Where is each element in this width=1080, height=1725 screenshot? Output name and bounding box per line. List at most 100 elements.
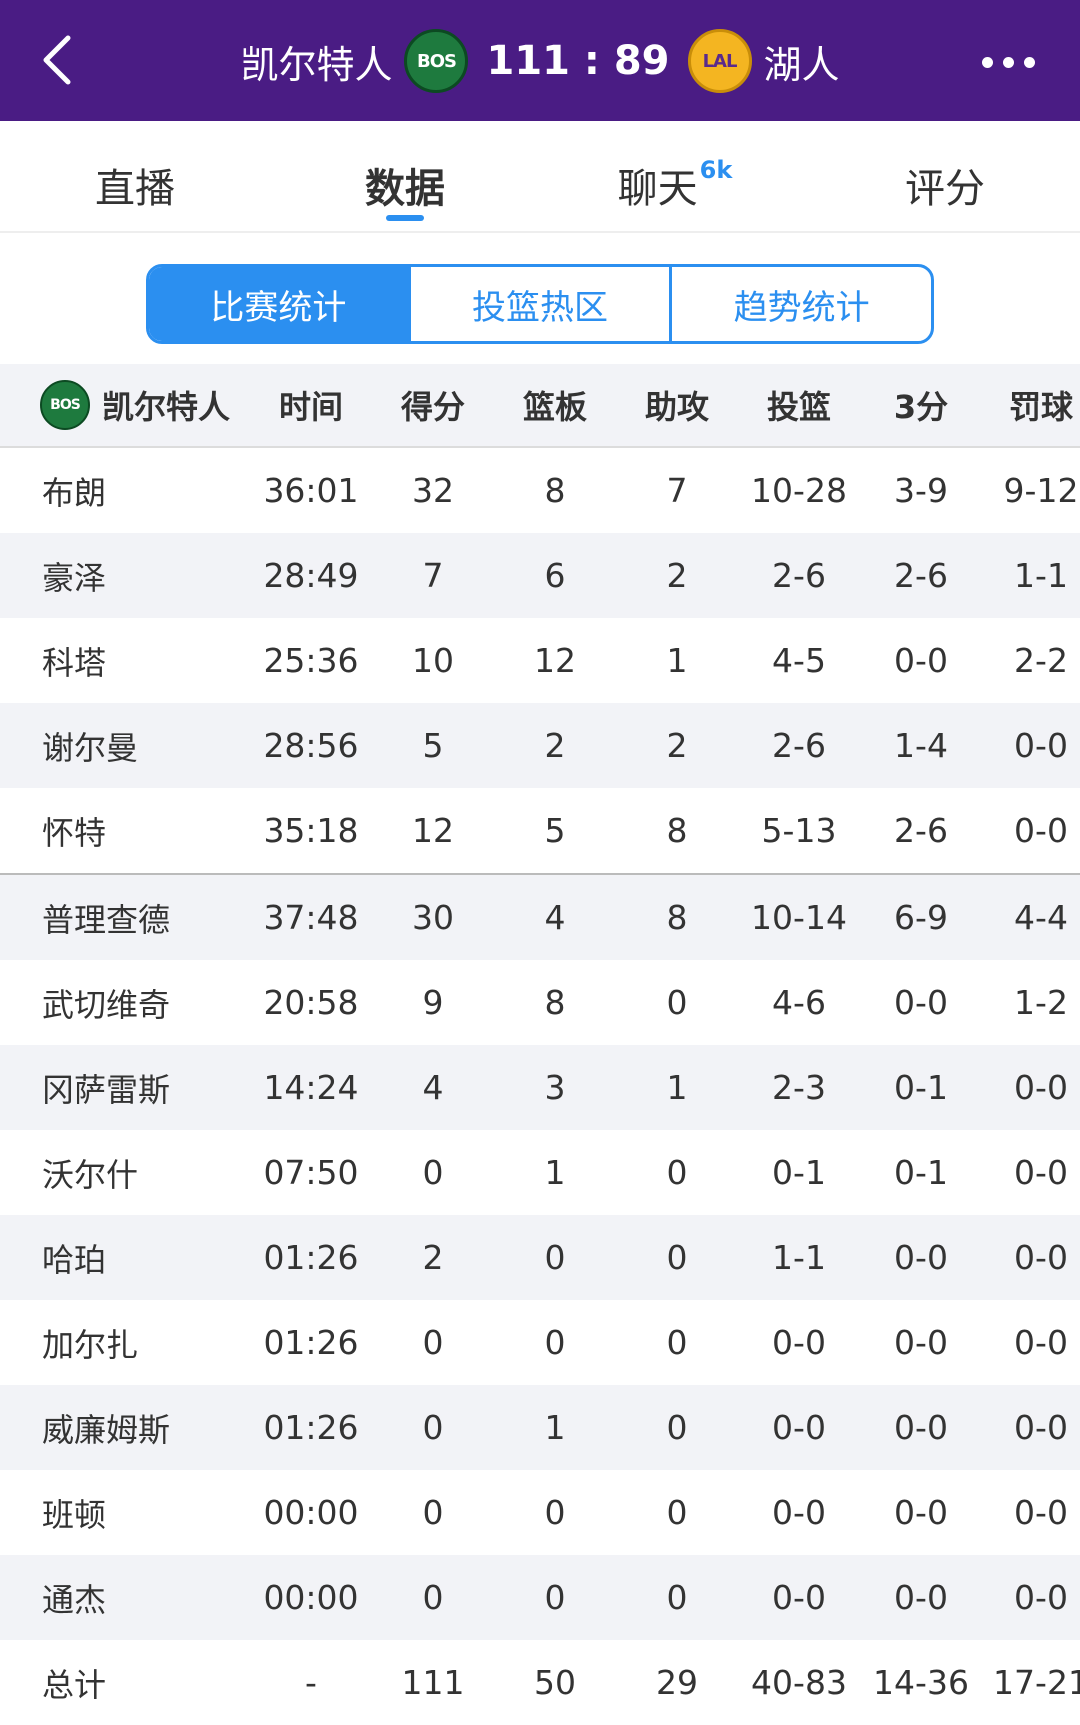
tab-rating[interactable]: 评分 [810, 121, 1080, 231]
stat-cell: 2-6 [860, 533, 982, 618]
stat-cell: 8 [544, 983, 566, 1022]
stat-cell: 4-6 [772, 983, 826, 1022]
stat-cell: - [305, 1663, 317, 1702]
stat-cell: 4-5 [772, 641, 826, 680]
stat-cell: 1 [544, 1153, 566, 1192]
away-team-logo: LAL [687, 29, 752, 93]
stat-cell: 0-1 [772, 1153, 826, 1192]
stat-cell: 0-0 [1014, 1493, 1068, 1532]
stat-cell: 1 [616, 1045, 738, 1130]
stat-cell: 20:58 [263, 983, 359, 1022]
stat-cell: 2-3 [738, 1045, 860, 1130]
stat-cell: 0-0 [982, 788, 1080, 875]
stat-cell: 0 [422, 1323, 444, 1362]
team-column-header: BOS 凯尔特人 [0, 364, 250, 448]
table-header-row: BOS 凯尔特人 时间 得分 篮板 助攻 投篮 3分 罚球 [0, 364, 1080, 448]
stat-cell: 2 [372, 1215, 494, 1300]
player-row[interactable]: 怀特 35:18 12 5 8 5-13 2-6 0-0 [0, 788, 1080, 875]
tab-live[interactable]: 直播 [0, 121, 270, 231]
stat-cell: 0-0 [772, 1323, 826, 1362]
stat-cell: 0 [422, 1153, 444, 1192]
stat-cell: 0 [616, 1555, 738, 1640]
stat-cell: 10-14 [738, 874, 860, 960]
player-name: 总计 [42, 1665, 107, 1704]
stat-cell: 0 [544, 1493, 566, 1532]
player-row[interactable]: 豪泽 28:49 7 6 2 2-6 2-6 1-1 [0, 533, 1080, 618]
segment-game-stats[interactable]: 比赛统计 [149, 267, 408, 341]
stat-cell: 50 [534, 1663, 576, 1702]
stat-cell: 0-0 [860, 1215, 982, 1300]
player-row[interactable]: 威廉姆斯 01:26 0 1 0 0-0 0-0 0-0 [0, 1385, 1080, 1470]
stat-cell: 4-4 [982, 874, 1080, 960]
player-row[interactable]: 布朗 36:01 32 8 7 10-28 3-9 9-12 [0, 447, 1080, 533]
away-team-name: 湖人 [763, 42, 840, 87]
player-row[interactable]: 班顿 00:00 0 0 0 0-0 0-0 0-0 [0, 1470, 1080, 1555]
stat-cell: 10 [412, 641, 454, 680]
player-row[interactable]: 科塔 25:36 10 12 1 4-5 0-0 2-2 [0, 618, 1080, 703]
segment-shot-chart[interactable]: 投篮热区 [407, 267, 670, 341]
stat-cell: 01:26 [250, 1385, 372, 1470]
stat-cell: 5 [494, 788, 616, 875]
stat-cell: 7 [372, 533, 494, 618]
player-name: 冈萨雷斯 [0, 1045, 250, 1130]
stat-cell: 0 [372, 1385, 494, 1470]
stat-cell: 6-9 [860, 874, 982, 960]
stat-cell: 9-12 [1003, 471, 1079, 510]
totals-row[interactable]: 总计 - 111 50 29 40-83 14-36 17-21 [0, 1640, 1080, 1725]
stat-cell: 0-0 [982, 1555, 1080, 1640]
stat-cell: 0 [666, 1323, 688, 1362]
stat-cell: 00:00 [263, 1493, 359, 1532]
column-header-rebounds: 篮板 [494, 364, 616, 448]
player-row[interactable]: 冈萨雷斯 14:24 4 3 1 2-3 0-1 0-0 [0, 1045, 1080, 1130]
player-row[interactable]: 加尔扎 01:26 0 0 0 0-0 0-0 0-0 [0, 1300, 1080, 1385]
stat-cell: 28:56 [250, 703, 372, 788]
stat-cell: 0 [422, 1493, 444, 1532]
stat-cell: 0-0 [894, 1323, 948, 1362]
stat-cell: 01:26 [250, 1215, 372, 1300]
stat-cell: 0-0 [982, 1385, 1080, 1470]
stat-cell: 3 [494, 1045, 616, 1130]
stat-cell: 0-1 [894, 1153, 948, 1192]
player-name: 豪泽 [0, 533, 250, 618]
matchup: 凯尔特人 BOS 111 : 89 LAL 湖人 [0, 28, 1080, 94]
player-stats-table: BOS 凯尔特人 时间 得分 篮板 助攻 投篮 3分 罚球 布朗 36:01 32 8… [0, 364, 1080, 1725]
player-name: 沃尔什 [42, 1155, 139, 1194]
player-row[interactable]: 沃尔什 07:50 0 1 0 0-1 0-1 0-0 [0, 1130, 1080, 1215]
player-row[interactable]: 通杰 00:00 0 0 0 0-0 0-0 0-0 [0, 1555, 1080, 1640]
stat-cell: 37:48 [250, 874, 372, 960]
stat-cell: 0 [372, 1555, 494, 1640]
player-name: 班顿 [42, 1495, 107, 1534]
stat-cell: 1-2 [1014, 983, 1068, 1022]
player-row[interactable]: 普理查德 37:48 30 4 8 10-14 6-9 4-4 [0, 874, 1080, 960]
more-icon[interactable] [982, 44, 1042, 80]
stat-cell: 29 [656, 1663, 698, 1702]
stat-cell: 7 [666, 471, 688, 510]
stat-cell: 2-2 [1014, 641, 1068, 680]
segment-trend-stats[interactable]: 趋势统计 [669, 267, 931, 341]
team-name: 凯尔特人 [102, 388, 231, 426]
stats-segment-control: 比赛统计 投篮热区 趋势统计 [146, 264, 934, 344]
player-name: 科塔 [42, 643, 107, 682]
player-row[interactable]: 谢尔曼 28:56 5 2 2 2-6 1-4 0-0 [0, 703, 1080, 788]
stat-cell: 2 [616, 533, 738, 618]
stat-cell: 0-0 [982, 1215, 1080, 1300]
stat-cell: 0-0 [1014, 1323, 1068, 1362]
tab-chat[interactable]: 聊天6k [540, 121, 810, 231]
player-name: 普理查德 [0, 874, 250, 960]
stat-cell: 32 [412, 471, 454, 510]
stat-cell: 0 [616, 1385, 738, 1470]
stat-cell: 14:24 [250, 1045, 372, 1130]
stat-cell: 4 [494, 874, 616, 960]
stat-cell: 30 [372, 874, 494, 960]
game-score: 111 : 89 [486, 38, 670, 84]
top-bar: 凯尔特人 BOS 111 : 89 LAL 湖人 [0, 0, 1080, 121]
stat-cell: 8 [616, 788, 738, 875]
stat-cell: 6 [494, 533, 616, 618]
stat-cell: 4 [372, 1045, 494, 1130]
stat-cell: 00:00 [250, 1555, 372, 1640]
player-row[interactable]: 哈珀 01:26 2 0 0 1-1 0-0 0-0 [0, 1215, 1080, 1300]
stat-cell: 35:18 [250, 788, 372, 875]
tab-data[interactable]: 数据 [270, 121, 540, 231]
player-row[interactable]: 武切维奇 20:58 9 8 0 4-6 0-0 1-2 [0, 960, 1080, 1045]
stat-cell: 111 [401, 1663, 465, 1702]
